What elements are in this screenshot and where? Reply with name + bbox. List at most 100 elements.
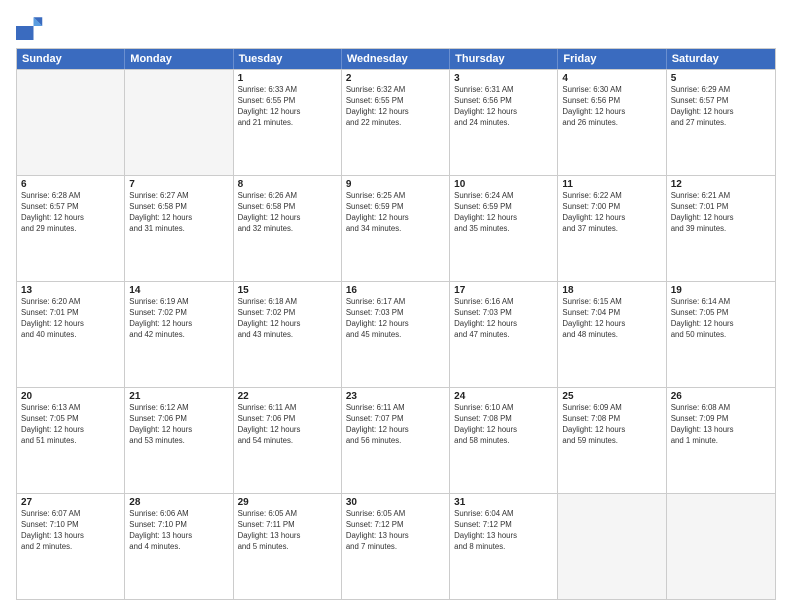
cell-info: Sunrise: 6:07 AM Sunset: 7:10 PM Dayligh… xyxy=(21,509,120,553)
cell-date: 18 xyxy=(562,285,661,296)
cell-info: Sunrise: 6:19 AM Sunset: 7:02 PM Dayligh… xyxy=(129,297,228,341)
cal-cell: 29Sunrise: 6:05 AM Sunset: 7:11 PM Dayli… xyxy=(234,494,342,599)
cell-date: 3 xyxy=(454,73,553,84)
cell-info: Sunrise: 6:17 AM Sunset: 7:03 PM Dayligh… xyxy=(346,297,445,341)
cell-date: 30 xyxy=(346,497,445,508)
cal-cell: 5Sunrise: 6:29 AM Sunset: 6:57 PM Daylig… xyxy=(667,70,775,175)
cal-cell: 25Sunrise: 6:09 AM Sunset: 7:08 PM Dayli… xyxy=(558,388,666,493)
cal-cell: 19Sunrise: 6:14 AM Sunset: 7:05 PM Dayli… xyxy=(667,282,775,387)
cell-info: Sunrise: 6:29 AM Sunset: 6:57 PM Dayligh… xyxy=(671,85,771,129)
cal-cell: 27Sunrise: 6:07 AM Sunset: 7:10 PM Dayli… xyxy=(17,494,125,599)
cal-cell: 15Sunrise: 6:18 AM Sunset: 7:02 PM Dayli… xyxy=(234,282,342,387)
cal-cell: 17Sunrise: 6:16 AM Sunset: 7:03 PM Dayli… xyxy=(450,282,558,387)
cal-cell: 8Sunrise: 6:26 AM Sunset: 6:58 PM Daylig… xyxy=(234,176,342,281)
cell-date: 29 xyxy=(238,497,337,508)
cell-info: Sunrise: 6:20 AM Sunset: 7:01 PM Dayligh… xyxy=(21,297,120,341)
cell-info: Sunrise: 6:13 AM Sunset: 7:05 PM Dayligh… xyxy=(21,403,120,447)
calendar-header: Sunday Monday Tuesday Wednesday Thursday… xyxy=(17,49,775,69)
cal-cell: 21Sunrise: 6:12 AM Sunset: 7:06 PM Dayli… xyxy=(125,388,233,493)
cell-info: Sunrise: 6:08 AM Sunset: 7:09 PM Dayligh… xyxy=(671,403,771,447)
header-sunday: Sunday xyxy=(17,49,125,69)
logo-icon xyxy=(16,12,44,40)
cal-cell: 6Sunrise: 6:28 AM Sunset: 6:57 PM Daylig… xyxy=(17,176,125,281)
cal-cell: 12Sunrise: 6:21 AM Sunset: 7:01 PM Dayli… xyxy=(667,176,775,281)
cell-date: 22 xyxy=(238,391,337,402)
cal-cell: 9Sunrise: 6:25 AM Sunset: 6:59 PM Daylig… xyxy=(342,176,450,281)
cell-info: Sunrise: 6:24 AM Sunset: 6:59 PM Dayligh… xyxy=(454,191,553,235)
cell-date: 1 xyxy=(238,73,337,84)
cal-cell xyxy=(17,70,125,175)
cell-date: 5 xyxy=(671,73,771,84)
cal-cell xyxy=(667,494,775,599)
header-monday: Monday xyxy=(125,49,233,69)
cal-cell: 18Sunrise: 6:15 AM Sunset: 7:04 PM Dayli… xyxy=(558,282,666,387)
cell-info: Sunrise: 6:04 AM Sunset: 7:12 PM Dayligh… xyxy=(454,509,553,553)
header-thursday: Thursday xyxy=(450,49,558,69)
cal-cell xyxy=(125,70,233,175)
cell-date: 27 xyxy=(21,497,120,508)
cal-cell: 30Sunrise: 6:05 AM Sunset: 7:12 PM Dayli… xyxy=(342,494,450,599)
cal-cell: 2Sunrise: 6:32 AM Sunset: 6:55 PM Daylig… xyxy=(342,70,450,175)
cell-info: Sunrise: 6:26 AM Sunset: 6:58 PM Dayligh… xyxy=(238,191,337,235)
cell-info: Sunrise: 6:06 AM Sunset: 7:10 PM Dayligh… xyxy=(129,509,228,553)
cell-info: Sunrise: 6:22 AM Sunset: 7:00 PM Dayligh… xyxy=(562,191,661,235)
calendar-row-0: 1Sunrise: 6:33 AM Sunset: 6:55 PM Daylig… xyxy=(17,69,775,175)
cal-cell: 16Sunrise: 6:17 AM Sunset: 7:03 PM Dayli… xyxy=(342,282,450,387)
cell-date: 19 xyxy=(671,285,771,296)
cell-info: Sunrise: 6:33 AM Sunset: 6:55 PM Dayligh… xyxy=(238,85,337,129)
cell-date: 8 xyxy=(238,179,337,190)
cell-date: 12 xyxy=(671,179,771,190)
cal-cell: 14Sunrise: 6:19 AM Sunset: 7:02 PM Dayli… xyxy=(125,282,233,387)
cal-cell: 7Sunrise: 6:27 AM Sunset: 6:58 PM Daylig… xyxy=(125,176,233,281)
header-tuesday: Tuesday xyxy=(234,49,342,69)
cell-date: 25 xyxy=(562,391,661,402)
calendar-body: 1Sunrise: 6:33 AM Sunset: 6:55 PM Daylig… xyxy=(17,69,775,599)
cal-cell: 13Sunrise: 6:20 AM Sunset: 7:01 PM Dayli… xyxy=(17,282,125,387)
cell-date: 28 xyxy=(129,497,228,508)
cal-cell: 23Sunrise: 6:11 AM Sunset: 7:07 PM Dayli… xyxy=(342,388,450,493)
cell-date: 26 xyxy=(671,391,771,402)
cell-info: Sunrise: 6:11 AM Sunset: 7:06 PM Dayligh… xyxy=(238,403,337,447)
cell-info: Sunrise: 6:30 AM Sunset: 6:56 PM Dayligh… xyxy=(562,85,661,129)
calendar-row-4: 27Sunrise: 6:07 AM Sunset: 7:10 PM Dayli… xyxy=(17,493,775,599)
cal-cell: 10Sunrise: 6:24 AM Sunset: 6:59 PM Dayli… xyxy=(450,176,558,281)
header-saturday: Saturday xyxy=(667,49,775,69)
cell-info: Sunrise: 6:21 AM Sunset: 7:01 PM Dayligh… xyxy=(671,191,771,235)
cell-info: Sunrise: 6:05 AM Sunset: 7:12 PM Dayligh… xyxy=(346,509,445,553)
cell-info: Sunrise: 6:14 AM Sunset: 7:05 PM Dayligh… xyxy=(671,297,771,341)
calendar-row-1: 6Sunrise: 6:28 AM Sunset: 6:57 PM Daylig… xyxy=(17,175,775,281)
header-wednesday: Wednesday xyxy=(342,49,450,69)
cal-cell: 31Sunrise: 6:04 AM Sunset: 7:12 PM Dayli… xyxy=(450,494,558,599)
cell-date: 31 xyxy=(454,497,553,508)
cell-info: Sunrise: 6:31 AM Sunset: 6:56 PM Dayligh… xyxy=(454,85,553,129)
cal-cell: 24Sunrise: 6:10 AM Sunset: 7:08 PM Dayli… xyxy=(450,388,558,493)
cell-date: 10 xyxy=(454,179,553,190)
cell-date: 4 xyxy=(562,73,661,84)
cell-date: 23 xyxy=(346,391,445,402)
header-friday: Friday xyxy=(558,49,666,69)
cal-cell: 20Sunrise: 6:13 AM Sunset: 7:05 PM Dayli… xyxy=(17,388,125,493)
cell-date: 16 xyxy=(346,285,445,296)
cell-info: Sunrise: 6:27 AM Sunset: 6:58 PM Dayligh… xyxy=(129,191,228,235)
calendar-row-3: 20Sunrise: 6:13 AM Sunset: 7:05 PM Dayli… xyxy=(17,387,775,493)
header xyxy=(16,12,776,40)
cell-date: 9 xyxy=(346,179,445,190)
cell-date: 24 xyxy=(454,391,553,402)
cell-date: 7 xyxy=(129,179,228,190)
cell-date: 15 xyxy=(238,285,337,296)
cal-cell: 28Sunrise: 6:06 AM Sunset: 7:10 PM Dayli… xyxy=(125,494,233,599)
cell-info: Sunrise: 6:32 AM Sunset: 6:55 PM Dayligh… xyxy=(346,85,445,129)
cell-info: Sunrise: 6:28 AM Sunset: 6:57 PM Dayligh… xyxy=(21,191,120,235)
cal-cell: 11Sunrise: 6:22 AM Sunset: 7:00 PM Dayli… xyxy=(558,176,666,281)
cal-cell xyxy=(558,494,666,599)
cell-info: Sunrise: 6:10 AM Sunset: 7:08 PM Dayligh… xyxy=(454,403,553,447)
cell-date: 21 xyxy=(129,391,228,402)
cell-info: Sunrise: 6:18 AM Sunset: 7:02 PM Dayligh… xyxy=(238,297,337,341)
cell-info: Sunrise: 6:05 AM Sunset: 7:11 PM Dayligh… xyxy=(238,509,337,553)
cell-info: Sunrise: 6:09 AM Sunset: 7:08 PM Dayligh… xyxy=(562,403,661,447)
logo xyxy=(16,12,48,40)
cell-date: 2 xyxy=(346,73,445,84)
cal-cell: 26Sunrise: 6:08 AM Sunset: 7:09 PM Dayli… xyxy=(667,388,775,493)
cell-info: Sunrise: 6:15 AM Sunset: 7:04 PM Dayligh… xyxy=(562,297,661,341)
cell-date: 11 xyxy=(562,179,661,190)
